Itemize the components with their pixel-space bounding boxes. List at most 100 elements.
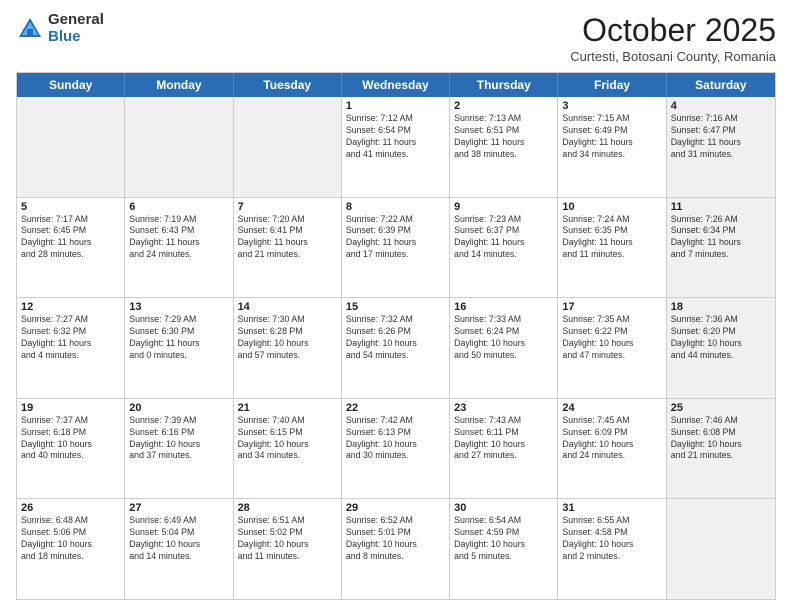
calendar-cell: 13Sunrise: 7:29 AM Sunset: 6:30 PM Dayli… [125, 298, 233, 398]
logo-text: General Blue [48, 12, 104, 45]
cell-info: Sunrise: 7:26 AM Sunset: 6:34 PM Dayligh… [671, 214, 771, 262]
day-number: 1 [346, 100, 445, 112]
day-number: 10 [562, 201, 661, 213]
cell-info: Sunrise: 7:22 AM Sunset: 6:39 PM Dayligh… [346, 214, 445, 262]
day-number: 16 [454, 301, 553, 313]
day-number: 21 [238, 402, 337, 414]
calendar-cell [234, 97, 342, 197]
day-number: 18 [671, 301, 771, 313]
day-number: 11 [671, 201, 771, 213]
cell-info: Sunrise: 7:24 AM Sunset: 6:35 PM Dayligh… [562, 214, 661, 262]
calendar-cell: 23Sunrise: 7:43 AM Sunset: 6:11 PM Dayli… [450, 399, 558, 499]
cell-info: Sunrise: 7:12 AM Sunset: 6:54 PM Dayligh… [346, 113, 445, 161]
cell-info: Sunrise: 7:37 AM Sunset: 6:18 PM Dayligh… [21, 415, 120, 463]
cell-info: Sunrise: 7:30 AM Sunset: 6:28 PM Dayligh… [238, 314, 337, 362]
calendar-cell: 14Sunrise: 7:30 AM Sunset: 6:28 PM Dayli… [234, 298, 342, 398]
calendar-cell: 17Sunrise: 7:35 AM Sunset: 6:22 PM Dayli… [558, 298, 666, 398]
calendar-cell: 11Sunrise: 7:26 AM Sunset: 6:34 PM Dayli… [667, 198, 775, 298]
day-number: 8 [346, 201, 445, 213]
cell-info: Sunrise: 7:46 AM Sunset: 6:08 PM Dayligh… [671, 415, 771, 463]
calendar-cell: 26Sunrise: 6:48 AM Sunset: 5:06 PM Dayli… [17, 499, 125, 599]
day-number: 23 [454, 402, 553, 414]
day-number: 3 [562, 100, 661, 112]
cell-info: Sunrise: 6:54 AM Sunset: 4:59 PM Dayligh… [454, 515, 553, 563]
cell-info: Sunrise: 7:35 AM Sunset: 6:22 PM Dayligh… [562, 314, 661, 362]
calendar-cell: 3Sunrise: 7:15 AM Sunset: 6:49 PM Daylig… [558, 97, 666, 197]
day-number: 9 [454, 201, 553, 213]
header-day-wednesday: Wednesday [342, 73, 450, 97]
cell-info: Sunrise: 6:55 AM Sunset: 4:58 PM Dayligh… [562, 515, 661, 563]
day-number: 4 [671, 100, 771, 112]
day-number: 15 [346, 301, 445, 313]
calendar-cell: 7Sunrise: 7:20 AM Sunset: 6:41 PM Daylig… [234, 198, 342, 298]
cell-info: Sunrise: 7:29 AM Sunset: 6:30 PM Dayligh… [129, 314, 228, 362]
calendar-cell: 4Sunrise: 7:16 AM Sunset: 6:47 PM Daylig… [667, 97, 775, 197]
cell-info: Sunrise: 6:49 AM Sunset: 5:04 PM Dayligh… [129, 515, 228, 563]
calendar-cell: 2Sunrise: 7:13 AM Sunset: 6:51 PM Daylig… [450, 97, 558, 197]
day-number: 25 [671, 402, 771, 414]
calendar-cell: 16Sunrise: 7:33 AM Sunset: 6:24 PM Dayli… [450, 298, 558, 398]
location: Curtesti, Botosani County, Romania [570, 49, 776, 64]
cell-info: Sunrise: 7:19 AM Sunset: 6:43 PM Dayligh… [129, 214, 228, 262]
cell-info: Sunrise: 7:15 AM Sunset: 6:49 PM Dayligh… [562, 113, 661, 161]
day-number: 31 [562, 502, 661, 514]
day-number: 29 [346, 502, 445, 514]
calendar-cell [17, 97, 125, 197]
day-number: 26 [21, 502, 120, 514]
header-day-monday: Monday [125, 73, 233, 97]
calendar-cell: 21Sunrise: 7:40 AM Sunset: 6:15 PM Dayli… [234, 399, 342, 499]
cell-info: Sunrise: 7:33 AM Sunset: 6:24 PM Dayligh… [454, 314, 553, 362]
day-number: 24 [562, 402, 661, 414]
calendar-body: 1Sunrise: 7:12 AM Sunset: 6:54 PM Daylig… [17, 97, 775, 599]
day-number: 19 [21, 402, 120, 414]
calendar-cell: 19Sunrise: 7:37 AM Sunset: 6:18 PM Dayli… [17, 399, 125, 499]
day-number: 5 [21, 201, 120, 213]
cell-info: Sunrise: 7:27 AM Sunset: 6:32 PM Dayligh… [21, 314, 120, 362]
calendar-row-1: 1Sunrise: 7:12 AM Sunset: 6:54 PM Daylig… [17, 97, 775, 198]
header-day-friday: Friday [558, 73, 666, 97]
day-number: 22 [346, 402, 445, 414]
day-number: 30 [454, 502, 553, 514]
calendar-cell: 29Sunrise: 6:52 AM Sunset: 5:01 PM Dayli… [342, 499, 450, 599]
day-number: 14 [238, 301, 337, 313]
cell-info: Sunrise: 7:43 AM Sunset: 6:11 PM Dayligh… [454, 415, 553, 463]
calendar-cell [125, 97, 233, 197]
calendar-cell: 8Sunrise: 7:22 AM Sunset: 6:39 PM Daylig… [342, 198, 450, 298]
calendar-cell [667, 499, 775, 599]
calendar-row-5: 26Sunrise: 6:48 AM Sunset: 5:06 PM Dayli… [17, 499, 775, 599]
cell-info: Sunrise: 7:20 AM Sunset: 6:41 PM Dayligh… [238, 214, 337, 262]
cell-info: Sunrise: 7:45 AM Sunset: 6:09 PM Dayligh… [562, 415, 661, 463]
page: General Blue October 2025 Curtesti, Boto… [0, 0, 792, 612]
day-number: 6 [129, 201, 228, 213]
calendar-cell: 30Sunrise: 6:54 AM Sunset: 4:59 PM Dayli… [450, 499, 558, 599]
day-number: 12 [21, 301, 120, 313]
header-day-thursday: Thursday [450, 73, 558, 97]
calendar-cell: 1Sunrise: 7:12 AM Sunset: 6:54 PM Daylig… [342, 97, 450, 197]
cell-info: Sunrise: 7:40 AM Sunset: 6:15 PM Dayligh… [238, 415, 337, 463]
calendar-cell: 28Sunrise: 6:51 AM Sunset: 5:02 PM Dayli… [234, 499, 342, 599]
cell-info: Sunrise: 7:36 AM Sunset: 6:20 PM Dayligh… [671, 314, 771, 362]
logo-icon [16, 15, 44, 43]
calendar-cell: 12Sunrise: 7:27 AM Sunset: 6:32 PM Dayli… [17, 298, 125, 398]
calendar-cell: 18Sunrise: 7:36 AM Sunset: 6:20 PM Dayli… [667, 298, 775, 398]
day-number: 13 [129, 301, 228, 313]
calendar-cell: 22Sunrise: 7:42 AM Sunset: 6:13 PM Dayli… [342, 399, 450, 499]
calendar-cell: 27Sunrise: 6:49 AM Sunset: 5:04 PM Dayli… [125, 499, 233, 599]
cell-info: Sunrise: 7:13 AM Sunset: 6:51 PM Dayligh… [454, 113, 553, 161]
day-number: 27 [129, 502, 228, 514]
cell-info: Sunrise: 7:23 AM Sunset: 6:37 PM Dayligh… [454, 214, 553, 262]
calendar-cell: 25Sunrise: 7:46 AM Sunset: 6:08 PM Dayli… [667, 399, 775, 499]
calendar-row-3: 12Sunrise: 7:27 AM Sunset: 6:32 PM Dayli… [17, 298, 775, 399]
header: General Blue October 2025 Curtesti, Boto… [16, 12, 776, 64]
day-number: 17 [562, 301, 661, 313]
cell-info: Sunrise: 6:52 AM Sunset: 5:01 PM Dayligh… [346, 515, 445, 563]
month-title: October 2025 [570, 12, 776, 49]
calendar-cell: 9Sunrise: 7:23 AM Sunset: 6:37 PM Daylig… [450, 198, 558, 298]
cell-info: Sunrise: 6:51 AM Sunset: 5:02 PM Dayligh… [238, 515, 337, 563]
calendar-row-2: 5Sunrise: 7:17 AM Sunset: 6:45 PM Daylig… [17, 198, 775, 299]
header-day-sunday: Sunday [17, 73, 125, 97]
cell-info: Sunrise: 6:48 AM Sunset: 5:06 PM Dayligh… [21, 515, 120, 563]
title-block: October 2025 Curtesti, Botosani County, … [570, 12, 776, 64]
logo: General Blue [16, 12, 104, 45]
cell-info: Sunrise: 7:17 AM Sunset: 6:45 PM Dayligh… [21, 214, 120, 262]
